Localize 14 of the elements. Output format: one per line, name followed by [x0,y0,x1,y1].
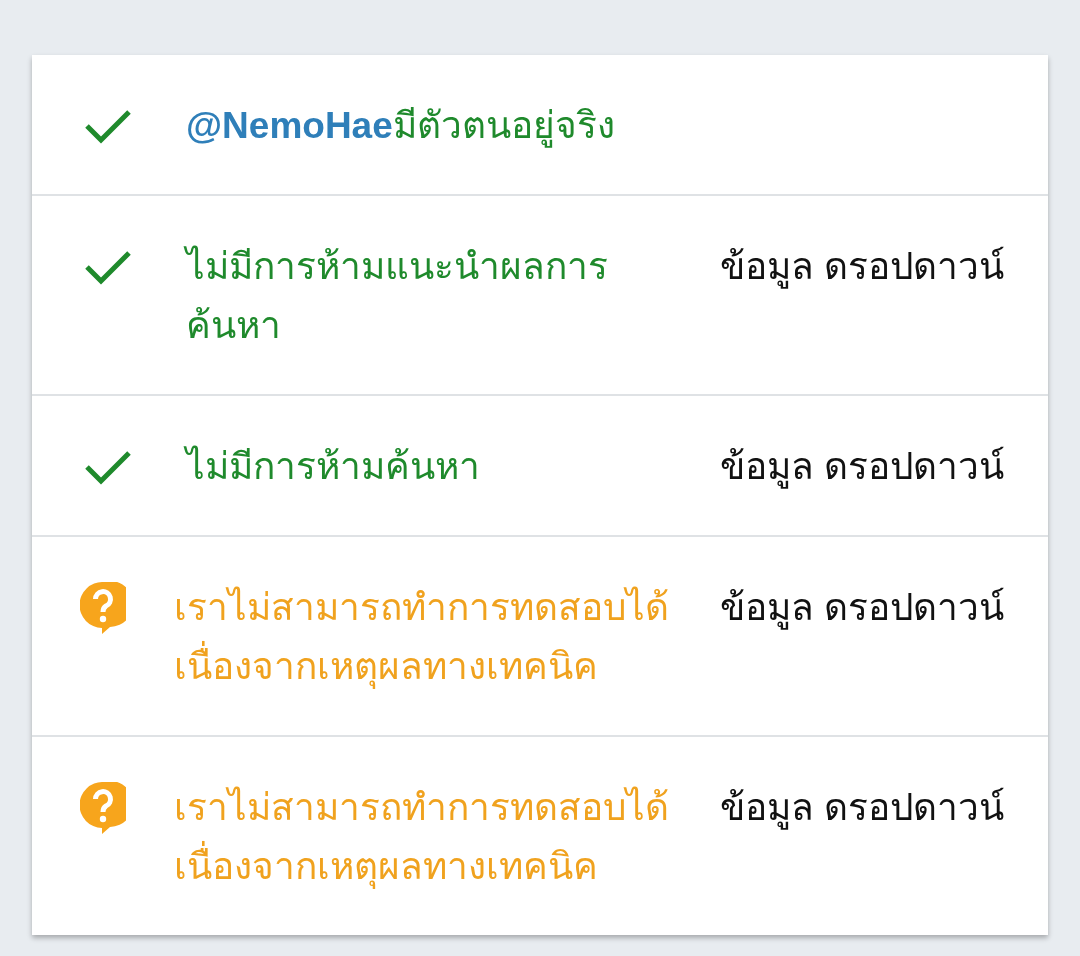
details-dropdown[interactable]: ข้อมูล ดรอปดาวน์ [720,437,1005,496]
status-message: เราไม่สามารถทำการทดสอบได้เนื่องจากเหตุผลทางเทคนิค [174,785,670,891]
status-message: เราไม่สามารถทำการทดสอบได้เนื่องจากเหตุผลทางเทคนิค [174,585,670,691]
check-icon [84,448,132,485]
question-bubble-icon [80,581,126,634]
details-dropdown[interactable]: ข้อมูล ดรอปดาวน์ [720,237,1005,296]
details-dropdown[interactable]: ข้อมูล ดรอปดาวน์ [720,578,1005,637]
check-icon [84,107,132,144]
details-dropdown[interactable]: ข้อมูล ดรอปดาวน์ [720,778,1005,837]
status-message: @NemoHaeมีตัวตนอยู่จริง [185,104,616,150]
status-message: ไม่มีการห้ามค้นหา [174,437,689,496]
status-message: ไม่มีการห้ามแนะนำผลการค้นหา [174,237,689,355]
question-bubble-icon [80,781,126,834]
check-icon [84,248,132,285]
